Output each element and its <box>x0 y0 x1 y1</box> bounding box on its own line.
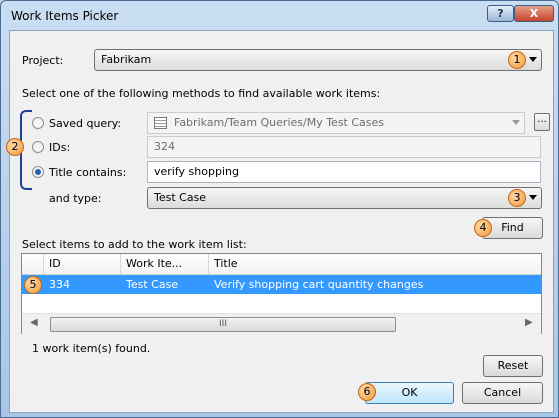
scroll-right-icon[interactable]: ▶ <box>525 317 533 328</box>
title-contains-value: verify shopping <box>154 165 239 178</box>
ids-input[interactable]: 324 <box>147 136 541 158</box>
find-label: Find <box>501 221 524 234</box>
dialog-body: Project: Fabrikam 1 Select one of the fo… <box>6 30 554 413</box>
close-button[interactable]: X <box>514 5 554 22</box>
saved-query-dropdown[interactable]: Fabrikam/Team Queries/My Test Cases <box>147 112 525 134</box>
project-value: Fabrikam <box>101 53 152 66</box>
ok-button[interactable]: OK <box>365 382 454 404</box>
scrollbar-thumb[interactable]: III <box>50 317 396 332</box>
column-header-title[interactable]: Title <box>209 254 541 274</box>
title-contains-radio[interactable] <box>32 166 44 178</box>
scroll-left-icon[interactable]: ◀ <box>30 317 38 328</box>
row-id: 334 <box>49 278 70 291</box>
instructions-text: Select one of the following methods to f… <box>22 87 381 100</box>
grid-caption: Select items to add to the work item lis… <box>22 238 247 251</box>
cancel-button[interactable]: Cancel <box>462 382 543 404</box>
callout-6: 6 <box>358 383 376 401</box>
column-header-work-item-type[interactable]: Work Ite... <box>121 254 209 274</box>
cancel-label: Cancel <box>483 386 522 399</box>
reset-label: Reset <box>497 359 529 372</box>
ids-label: IDs: <box>49 141 71 154</box>
work-items-picker-window: Work Items Picker ? X Project: Fabrikam … <box>0 0 559 418</box>
ok-label: OK <box>401 386 418 399</box>
table-row[interactable]: 334 Test Case Verify shopping cart quant… <box>22 275 541 294</box>
work-item-type-dropdown[interactable]: Test Case <box>147 187 542 209</box>
browse-query-button[interactable]: ... <box>534 113 550 131</box>
callout-2: 2 <box>6 138 24 156</box>
reset-button[interactable]: Reset <box>483 355 543 377</box>
saved-query-label: Saved query: <box>49 117 122 130</box>
grid-header: ID Work Ite... Title <box>22 254 541 275</box>
thumb-grip-icon: III <box>219 319 227 329</box>
callout-4: 4 <box>474 219 492 237</box>
query-icon <box>154 117 167 129</box>
saved-query-value: Fabrikam/Team Queries/My Test Cases <box>174 116 385 129</box>
window-title: Work Items Picker <box>11 9 119 23</box>
row-header-column <box>22 254 44 274</box>
row-work-item-type: Test Case <box>126 278 179 291</box>
project-label: Project: <box>22 54 64 67</box>
chevron-down-icon <box>529 195 537 200</box>
title-contains-input[interactable]: verify shopping <box>147 161 541 183</box>
callout-3: 3 <box>508 189 526 207</box>
chevron-down-icon <box>512 120 520 125</box>
close-icon: X <box>529 7 539 20</box>
title-contains-label: Title contains: <box>49 166 127 179</box>
callout-5: 5 <box>24 276 42 294</box>
work-items-grid[interactable]: ID Work Ite... Title 334 Test Case Verif… <box>21 253 542 334</box>
horizontal-scrollbar[interactable]: ◀ III ▶ <box>22 313 541 334</box>
help-button[interactable]: ? <box>487 5 514 22</box>
project-dropdown[interactable]: Fabrikam <box>94 49 542 71</box>
row-title: Verify shopping cart quantity changes <box>214 278 424 291</box>
and-type-label: and type: <box>49 192 102 205</box>
saved-query-radio[interactable] <box>32 117 44 129</box>
ids-value: 324 <box>154 140 175 153</box>
help-icon: ? <box>497 7 504 20</box>
work-item-type-value: Test Case <box>154 191 207 204</box>
ids-radio[interactable] <box>32 141 44 153</box>
callout-1: 1 <box>508 51 526 69</box>
column-header-id[interactable]: ID <box>44 254 121 274</box>
status-text: 1 work item(s) found. <box>32 342 151 355</box>
chevron-down-icon <box>529 57 537 62</box>
